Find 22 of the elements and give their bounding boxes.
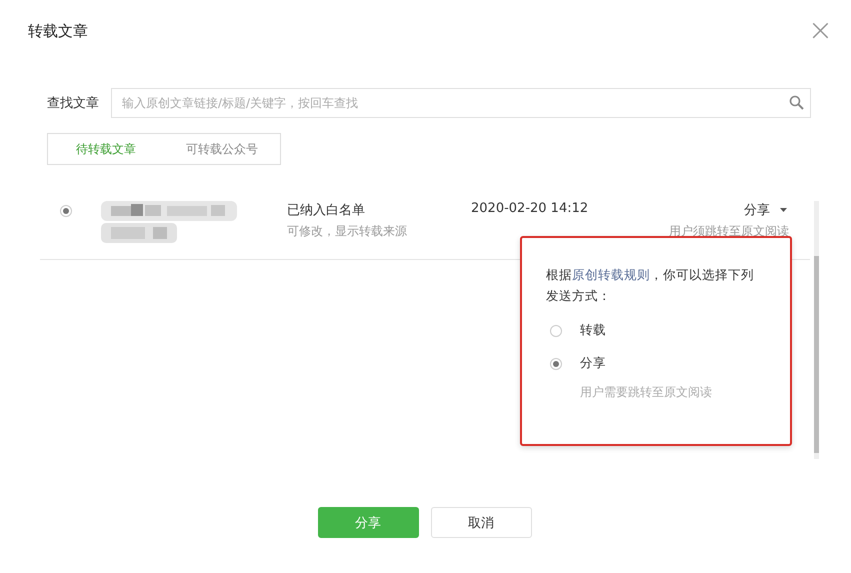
rules-link[interactable]: 原创转载规则 [572,267,650,282]
option-radio[interactable] [550,358,562,370]
caret-icon [780,208,787,212]
mode-dropdown[interactable]: 分享 [744,201,787,219]
share-button[interactable]: 分享 [318,507,418,538]
status-text: 已纳入白名单 [287,202,366,219]
option-label: 分享 [580,355,606,372]
search-label: 查找文章 [47,95,99,112]
mode-note: 用户须跳转至原文阅读 [669,223,789,240]
search-field[interactable]: 输入原创文章链接/标题/关键字，按回车查找 [111,88,811,118]
popover-intro: 根据原创转载规则，你可以选择下列发送方式： [546,266,755,305]
option-radio[interactable] [550,324,562,336]
status-note: 可修改，显示转载来源 [287,223,408,240]
cancel-button[interactable]: 取消 [430,507,532,538]
date-text: 2020-02-20 14:12 [471,201,590,216]
scrollbar[interactable] [814,201,819,459]
close-button[interactable]: × [808,20,833,42]
row-radio[interactable] [60,205,72,217]
dialog-title: 转载文章 [28,22,88,40]
option-note: 用户需要跳转至原文阅读 [580,384,713,401]
search-icon[interactable] [789,95,804,110]
option-label: 转载 [580,322,606,339]
